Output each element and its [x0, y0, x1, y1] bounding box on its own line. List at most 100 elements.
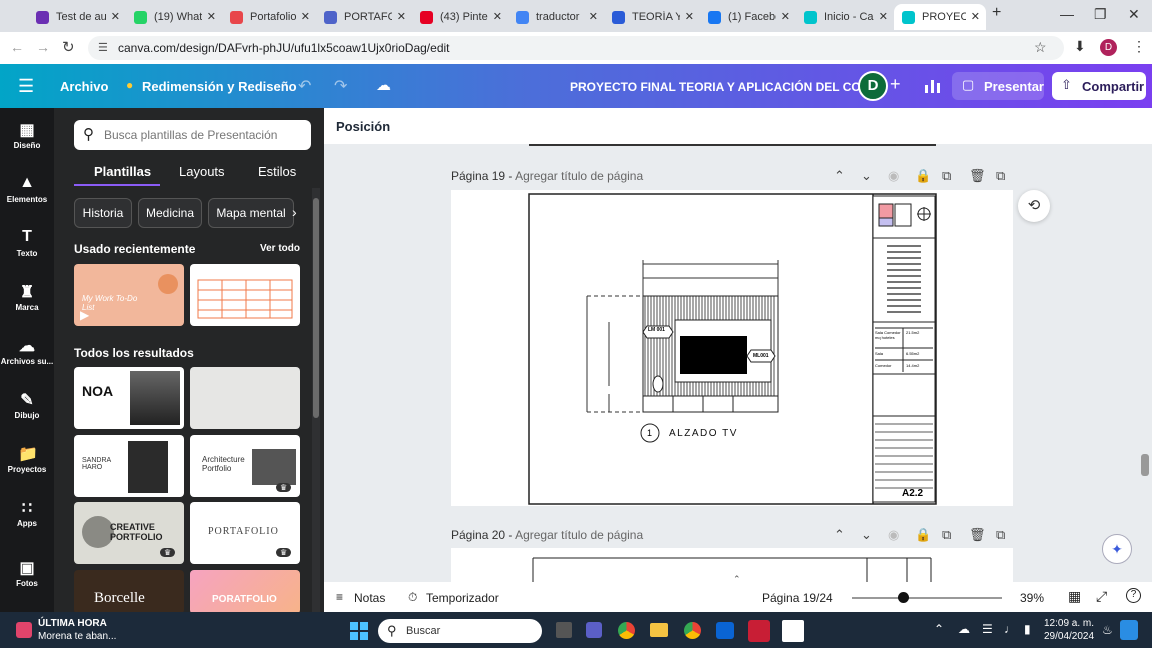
lock-icon[interactable]: 🔒 [915, 527, 931, 543]
undo-icon[interactable]: ↶ [298, 76, 311, 96]
url-box[interactable]: ☰ canva.com/design/DAFvrh-phJU/ufu1lx5co… [88, 36, 1064, 60]
page-indicator[interactable]: Página 19/24 [762, 591, 833, 605]
site-info-icon[interactable]: ☰ [98, 41, 108, 54]
rail-item-proyectos[interactable]: 📁 Proyectos [0, 444, 54, 474]
user-avatar[interactable]: D [858, 71, 888, 101]
move-down-icon[interactable]: ⌄ [861, 168, 872, 184]
zoom-slider-track[interactable] [852, 597, 1002, 599]
battery-icon[interactable]: ▮ [1024, 622, 1031, 636]
canvas-scroll-thumb[interactable] [1141, 454, 1149, 476]
add-page-icon[interactable]: ⧉ [996, 168, 1005, 184]
zoom-level[interactable]: 39% [1020, 591, 1044, 605]
template-portafolio[interactable]: PORTAFOLIO ♛ [190, 502, 300, 564]
add-collaborator-icon[interactable]: + [890, 74, 901, 95]
rail-item-texto[interactable]: T Texto [0, 228, 54, 258]
chip-historia[interactable]: Historia [74, 198, 132, 228]
close-tab-icon[interactable]: ✕ [879, 10, 888, 23]
rail-item-marca[interactable]: ♜ Marca [0, 282, 54, 312]
browser-tab[interactable]: (19) Whats ✕ [126, 4, 222, 30]
chip-medicina[interactable]: Medicina [138, 198, 202, 228]
chrome-profile-icon[interactable] [684, 622, 701, 639]
resize-button[interactable]: Redimensión y Rediseño [142, 79, 297, 94]
forward-icon[interactable]: → [36, 39, 50, 55]
timer-button[interactable]: Temporizador [426, 591, 499, 605]
duplicate-icon[interactable]: ⧉ [942, 527, 951, 543]
volume-icon[interactable]: ♩ [1004, 622, 1016, 636]
tray-chevron-icon[interactable]: ⌃ [934, 622, 944, 636]
back-icon[interactable]: ← [10, 39, 24, 55]
browser-tab[interactable]: traductor ✕ [508, 4, 604, 30]
panel-scroll-thumb[interactable] [313, 198, 319, 418]
template-search-input[interactable]: ⚲ Busca plantillas de Presentación [74, 120, 311, 150]
teams-icon[interactable] [586, 622, 602, 638]
close-tab-icon[interactable]: ✕ [207, 10, 216, 23]
magic-assistant-icon[interactable]: ✦ [1102, 534, 1132, 564]
news-title[interactable]: ÚLTIMA HORA [38, 618, 107, 629]
maximize-icon[interactable]: ❐ [1094, 6, 1107, 23]
new-tab-button[interactable]: + [992, 4, 1001, 22]
close-tab-icon[interactable]: ✕ [493, 10, 502, 23]
browser-tab[interactable]: (43) Pinter ✕ [412, 4, 508, 30]
share-button[interactable]: ⇧ Compartir [1052, 72, 1146, 100]
rail-item-archivos-su[interactable]: ☁ Archivos su... [0, 336, 54, 366]
photos-app-icon[interactable] [782, 620, 804, 642]
task-view-icon[interactable] [556, 622, 572, 638]
rail-item-dibujo[interactable]: ✎ Dibujo [0, 390, 54, 420]
notes-button[interactable]: Notas [354, 591, 385, 605]
recent-template-todo[interactable]: My Work To-Do List ▶ [74, 264, 184, 326]
browser-tab[interactable]: Inicio - Ca ✕ [796, 4, 894, 30]
present-button[interactable]: ▢ Presentar [952, 72, 1044, 100]
page20-add-title[interactable]: Agregar título de página [515, 528, 643, 542]
page-19[interactable]: LM 001 ML001 1 ALZADO TV Sala Comedor mq… [451, 190, 1013, 506]
fullscreen-icon[interactable]: ⤢ [1096, 588, 1107, 605]
clock-time[interactable]: 12:09 a. m. [1044, 618, 1094, 629]
archivo-menu[interactable]: Archivo [60, 79, 108, 94]
bookmark-star-icon[interactable]: ☆ [1034, 39, 1047, 56]
notes-icon[interactable]: ≡ [336, 590, 343, 604]
move-up-icon[interactable]: ⌃ [834, 527, 845, 543]
delete-icon[interactable]: 🗑 [969, 527, 986, 543]
template-architecture[interactable]: Architecture Portfolio ♛ [190, 435, 300, 497]
template-creative-portfolio[interactable]: CREATIVE PORTFOLIO ♛ [74, 502, 184, 564]
taskbar-search[interactable]: ⚲ Buscar [378, 619, 542, 643]
rail-item-apps[interactable]: ∷ Apps [0, 498, 54, 528]
windows-start-icon[interactable] [350, 622, 368, 640]
adobe-icon[interactable] [748, 620, 770, 642]
browser-menu-icon[interactable]: ⋮ [1132, 38, 1146, 55]
hide-page-icon[interactable]: ◉ [888, 527, 899, 543]
close-tab-icon[interactable]: ✕ [397, 10, 406, 23]
onedrive-icon[interactable]: ☁ [958, 622, 970, 636]
lock-icon[interactable]: 🔒 [915, 168, 931, 184]
design-title[interactable]: PROYECTO FINAL TEORIA Y APLICACIÓN DEL C… [570, 80, 886, 94]
minimize-icon[interactable]: — [1060, 6, 1074, 22]
menu-hamburger-icon[interactable]: ☰ [18, 76, 34, 97]
close-tab-icon[interactable]: ✕ [111, 10, 120, 23]
duplicate-icon[interactable]: ⧉ [942, 168, 951, 184]
cloud-saved-icon[interactable]: ☁ [376, 76, 391, 94]
chrome-icon[interactable] [618, 622, 635, 639]
close-window-icon[interactable]: ✕ [1128, 6, 1140, 23]
rail-item-dise-o[interactable]: ▦ Diseño [0, 120, 54, 150]
template-poratfolio[interactable]: PORATFOLIO [190, 570, 300, 614]
position-button[interactable]: Posición [336, 119, 390, 134]
outlook-icon[interactable] [716, 622, 734, 639]
notification-bell-icon[interactable]: ♨ [1102, 623, 1113, 637]
page19-add-title[interactable]: Agregar título de página [515, 169, 643, 183]
delete-icon[interactable]: 🗑 [969, 168, 986, 184]
see-all-link[interactable]: Ver todo [260, 243, 300, 254]
profile-avatar[interactable]: D [1100, 39, 1117, 56]
news-subtitle[interactable]: Morena te aban... [38, 631, 116, 642]
reload-icon[interactable]: ↻ [62, 38, 75, 56]
chip-mapa-mental[interactable]: Mapa mental [208, 198, 294, 228]
close-tab-icon[interactable]: ✕ [301, 10, 310, 23]
add-page-icon[interactable]: ⧉ [996, 527, 1005, 543]
panel-scrollbar[interactable] [312, 188, 320, 612]
clock-date[interactable]: 29/04/2024 [1044, 631, 1094, 642]
tab-estilos[interactable]: Estilos [258, 164, 296, 179]
close-tab-icon[interactable]: ✕ [685, 10, 694, 23]
wifi-icon[interactable]: ☰ [982, 622, 993, 636]
rail-item-fotos[interactable]: ▣ Fotos [0, 558, 54, 588]
hide-page-icon[interactable]: ◉ [888, 168, 899, 184]
close-tab-icon[interactable]: ✕ [589, 10, 598, 23]
copilot-icon[interactable] [1120, 620, 1138, 640]
